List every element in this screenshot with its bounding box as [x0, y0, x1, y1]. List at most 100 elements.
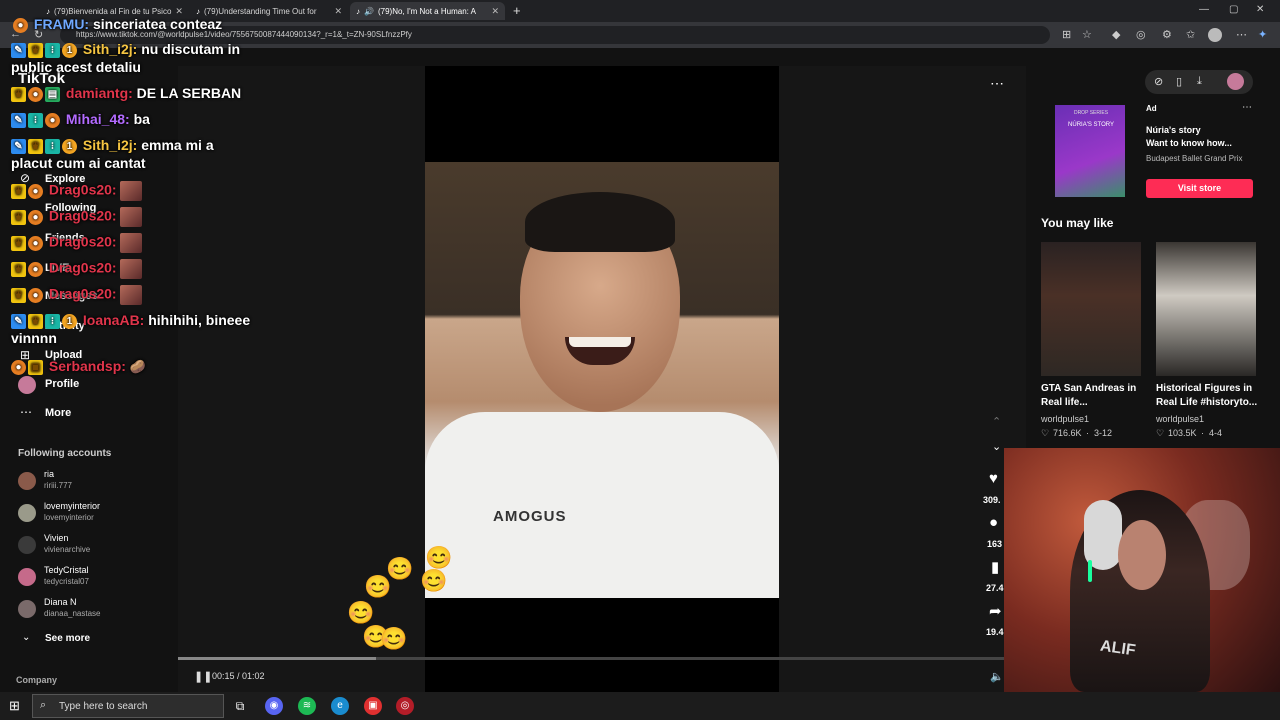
chat-username: Drag0s20: — [48, 233, 117, 250]
video-timecode: 00:15 / 01:02 — [212, 671, 265, 681]
following-accounts-title: Following accounts — [18, 448, 112, 459]
chat-user-badge: ▤ — [45, 86, 60, 102]
pause-icon[interactable]: ❚❚ — [194, 670, 212, 683]
app-icon[interactable]: ▣ — [364, 697, 382, 715]
more-options-icon[interactable]: ⋯ — [990, 75, 1004, 92]
recommended-author[interactable]: worldpulse1 — [1041, 414, 1089, 424]
extension-icon[interactable]: ⚙ — [1162, 28, 1172, 41]
taskbar-search-input[interactable]: Type here to search — [32, 694, 224, 718]
recommended-separator: · — [1086, 428, 1089, 438]
visit-store-button[interactable]: Visit store — [1146, 179, 1253, 198]
chat-message: ✎ ♛ ⁝ 1 Sith_i2j: nu discutam in — [11, 41, 240, 58]
account-name[interactable]: Vivien — [44, 533, 68, 543]
new-tab-button[interactable]: + — [513, 3, 521, 18]
task-view-icon[interactable]: ⧉ — [231, 697, 249, 715]
chat-user-badge: ● — [28, 261, 43, 277]
chat-emote — [120, 233, 143, 253]
chat-text: sinceriatea conteaz — [93, 16, 223, 32]
account-name[interactable]: Diana N — [44, 597, 77, 607]
tiktok-icon: ♪ — [196, 6, 200, 16]
account-name[interactable]: lovemyinterior — [44, 501, 100, 511]
copilot-icon[interactable]: ✦ — [1258, 28, 1267, 41]
chat-username: Drag0s20: — [48, 181, 117, 198]
video-player[interactable]: AMOGUS — [425, 162, 779, 598]
compass-icon[interactable]: ⊘ — [1154, 75, 1163, 88]
favorite-star-icon[interactable]: ☆ — [1082, 28, 1092, 41]
chat-message: ✎ ♛ ⁝ 1 Sith_i2j: emma mi a — [11, 137, 214, 154]
speaker-icon: 🔊 — [364, 6, 374, 16]
shirt-text: AMOGUS — [493, 508, 567, 525]
apps-icon[interactable]: ⊞ — [1062, 28, 1071, 41]
menu-dots-icon[interactable]: ⋯ — [1236, 28, 1247, 41]
phone-icon[interactable]: ▯ — [1176, 75, 1182, 88]
close-icon[interactable]: ✕ — [175, 6, 183, 17]
profile-avatar[interactable] — [1208, 28, 1222, 42]
crown-icon: ♛ — [28, 138, 43, 154]
company-link[interactable]: Company — [16, 675, 57, 685]
avatar[interactable] — [18, 600, 36, 618]
maximize-button[interactable]: ▢ — [1229, 4, 1238, 15]
nav-profile[interactable]: Profile — [45, 378, 79, 390]
spotify-icon[interactable]: ≋ — [298, 697, 316, 715]
recommended-title[interactable]: Historical Figures in — [1156, 382, 1252, 396]
account-handle: lovemyinterior — [44, 513, 94, 522]
see-more-link[interactable]: See more — [45, 633, 90, 644]
recommended-title[interactable]: GTA San Andreas in — [1041, 382, 1136, 396]
avatar[interactable] — [18, 504, 36, 522]
recommended-thumbnail-2[interactable] — [1156, 242, 1256, 376]
bookmark-icon[interactable]: ▮ — [991, 558, 999, 576]
chevron-up-icon[interactable]: ⌃ — [992, 415, 1001, 428]
ad-image-title: NÚRIA'S STORY — [1068, 122, 1114, 128]
download-icon[interactable]: ⤓ — [1197, 75, 1202, 88]
you-may-like-title: You may like — [1041, 216, 1114, 230]
account-name[interactable]: ria — [44, 469, 54, 479]
volume-icon[interactable]: 🔈 — [990, 670, 1004, 683]
more-options-icon[interactable]: ⋯ — [1242, 102, 1252, 113]
close-icon[interactable]: ✕ — [334, 6, 342, 17]
extension-icon[interactable]: ◎ — [1136, 28, 1146, 41]
chevron-down-icon[interactable]: ⌄ — [992, 440, 1001, 453]
chat-message: ♛ ● ▤ damiantg: DE LA SERBAN — [11, 85, 241, 102]
recommended-thumbnail-1[interactable] — [1041, 242, 1141, 376]
chevron-down-icon: ⌄ — [22, 632, 31, 643]
chat-text: DE LA SERBAN — [136, 85, 242, 101]
browser-tab-3[interactable]: ♪ 🔊 (79)No, I'm Not a Human: A ✕ — [350, 2, 505, 20]
recommended-title[interactable]: Real life... — [1041, 396, 1088, 410]
chat-username: Sith_i2j: — [82, 137, 138, 153]
nav-more[interactable]: More — [45, 407, 71, 419]
obs-icon[interactable]: ◎ — [396, 697, 414, 715]
share-icon[interactable]: ➦ — [989, 602, 1002, 620]
floating-emoji: 😊 — [364, 574, 392, 599]
profile-avatar[interactable] — [18, 376, 36, 394]
chat-text: emma mi a — [141, 137, 214, 153]
chat-username: Drag0s20: — [48, 285, 117, 302]
comment-icon[interactable]: ● — [989, 514, 998, 531]
recommended-title[interactable]: Real Life #historyto... — [1156, 396, 1257, 410]
chat-emote — [120, 181, 143, 201]
chat-user-badge: ● — [28, 183, 43, 199]
close-icon[interactable]: ✕ — [491, 6, 499, 17]
profile-avatar[interactable] — [1227, 73, 1244, 90]
discord-icon[interactable]: ◉ — [265, 697, 283, 715]
video-hair — [525, 192, 675, 252]
favorites-icon[interactable]: ✩ — [1186, 28, 1195, 41]
chat-text: nu discutam in — [141, 41, 241, 57]
extension-icon[interactable]: ◆ — [1112, 28, 1120, 41]
heart-icon[interactable]: ♥ — [989, 470, 998, 487]
close-window-button[interactable]: ✕ — [1256, 4, 1264, 15]
account-name[interactable]: TedyCristal — [44, 565, 89, 575]
chat-message: ♛ ● Drag0s20: — [11, 233, 143, 253]
avatar[interactable] — [18, 472, 36, 490]
ad-image[interactable] — [1055, 105, 1125, 197]
ad-advertiser: Budapest Ballet Grand Prix — [1146, 154, 1243, 163]
floating-emoji: 😊 — [380, 626, 408, 651]
windows-start-icon[interactable]: ⊞ — [9, 698, 20, 714]
chat-user-badge: ✎ — [11, 313, 26, 329]
minimize-button[interactable]: — — [1199, 4, 1209, 15]
edge-icon[interactable]: e — [331, 697, 349, 715]
chat-message: ♛ ● Drag0s20: — [11, 181, 143, 201]
avatar[interactable] — [18, 536, 36, 554]
recommended-author[interactable]: worldpulse1 — [1156, 414, 1204, 424]
webcam-face — [1118, 520, 1166, 590]
avatar[interactable] — [18, 568, 36, 586]
